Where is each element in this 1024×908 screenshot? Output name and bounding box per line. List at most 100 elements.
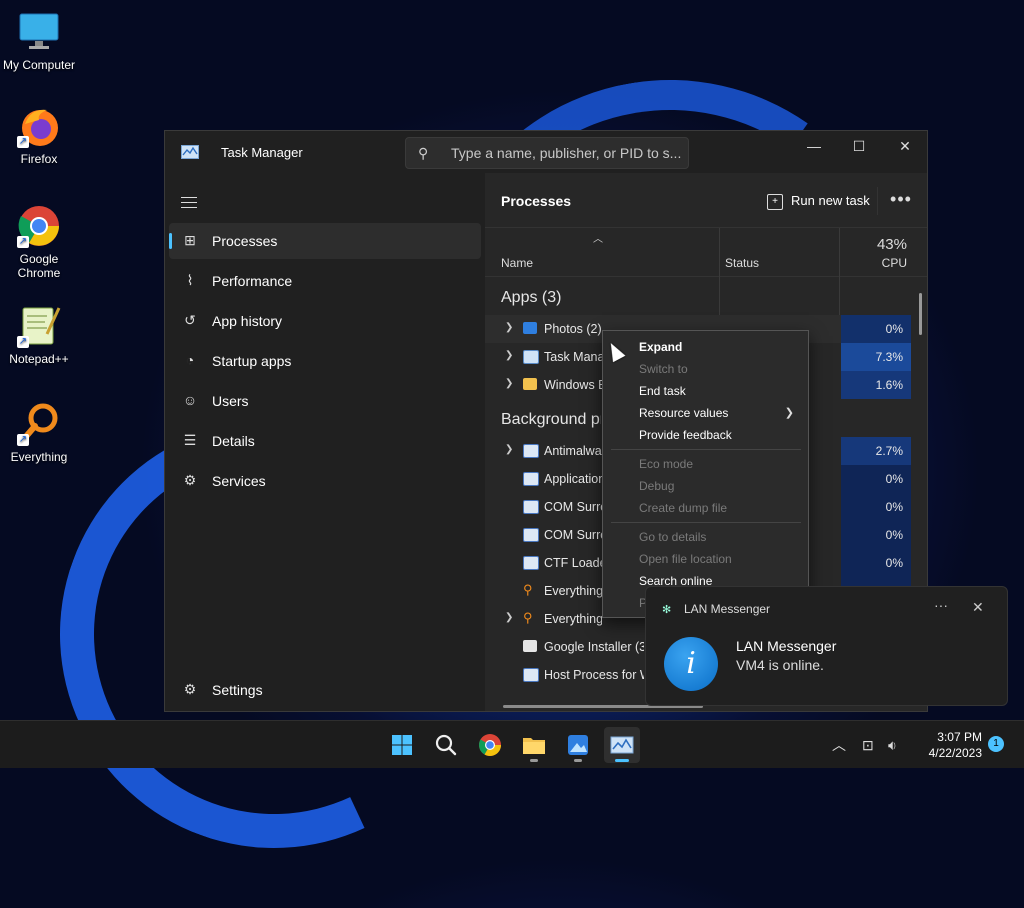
settings-gear-icon: ⚙ — [183, 681, 197, 697]
services-icon: ⚙ — [183, 472, 197, 488]
sidebar-item-label: App history — [212, 313, 283, 329]
running-indicator — [574, 759, 582, 762]
menu-item-provide-feedback[interactable]: Provide feedback — [639, 428, 732, 442]
group-header-background: Background processes — [501, 411, 601, 428]
submenu-arrow-icon: ❯ — [784, 407, 794, 419]
sidebar-item-performance[interactable]: ⌇ Performance — [169, 263, 481, 299]
taskbar: ︿ ⊡ 🔉︎ 3:07 PM 4/22/2023 — [0, 720, 1024, 768]
expand-chevron-icon[interactable]: ❯ — [505, 322, 513, 333]
clock[interactable]: 3:07 PM 4/22/2023 — [916, 729, 982, 761]
task-manager-icon — [523, 350, 539, 364]
menu-item-switch-to: Switch to — [639, 362, 688, 376]
column-status[interactable]: Status — [725, 256, 759, 270]
expand-chevron-icon[interactable]: ❯ — [505, 350, 513, 361]
start-button[interactable] — [384, 727, 420, 763]
toast-body: VM4 is online. — [736, 657, 824, 673]
column-name[interactable]: Name — [501, 256, 533, 270]
maximize-button[interactable]: ☐ — [836, 131, 882, 161]
close-button[interactable]: ✕ — [882, 131, 927, 161]
performance-icon: ⌇ — [186, 272, 194, 288]
show-hidden-icons-chevron-icon[interactable]: ︿ — [832, 721, 846, 769]
minimize-button[interactable]: — — [791, 131, 837, 161]
menu-item-expand[interactable]: Expand — [639, 340, 682, 354]
expand-chevron-icon[interactable]: ❯ — [505, 612, 513, 623]
process-name: Everything — [544, 612, 602, 626]
sidebar-item-users[interactable]: ☺ Users — [169, 383, 481, 419]
monitor-icon — [17, 10, 61, 54]
process-window-icon — [523, 500, 539, 514]
sidebar-item-app-history[interactable]: ↺ App history — [169, 303, 481, 339]
toast-more-button[interactable]: ··· — [932, 597, 950, 613]
column-header: ︿ Name Status 43% CPU — [485, 227, 927, 277]
expand-chevron-icon[interactable]: ❯ — [505, 444, 513, 455]
sidebar-item-processes[interactable]: ⊞ Processes — [169, 223, 481, 259]
process-name: Host Process for Windows Tasks — [544, 668, 644, 682]
menu-item-debug: Debug — [639, 479, 675, 493]
notepad-plus-plus-icon: ↗ — [17, 304, 61, 348]
desktop-icon-my-computer[interactable]: My Computer — [0, 10, 78, 72]
column-divider — [719, 228, 720, 276]
taskbar-photos-button[interactable] — [560, 727, 596, 763]
notification-count-badge[interactable]: 1 — [988, 736, 1004, 752]
menu-item-go-to-details: Go to details — [639, 530, 707, 544]
desktop-icon-label: My Computer — [2, 58, 76, 72]
search-input[interactable]: ⚲ Type a name, publisher, or PID to s... — [405, 137, 689, 169]
processes-icon: ⊞ — [184, 232, 196, 248]
sidebar-item-startup-apps[interactable]: ◔ Startup apps — [169, 343, 481, 379]
everything-search-icon: ⚲ — [523, 582, 533, 597]
menu-item-end-task[interactable]: End task — [639, 384, 686, 398]
desktop-icon-google-chrome[interactable]: ↗ Google Chrome — [0, 204, 78, 280]
group-header-apps: Apps (3) — [501, 289, 562, 306]
context-menu: Expand Switch to End task Resource value… — [602, 330, 809, 618]
menu-separator — [611, 449, 801, 450]
running-indicator — [615, 759, 629, 762]
sidebar-item-details[interactable]: ☰ Details — [169, 423, 481, 459]
cpu-total: 43% — [876, 236, 907, 253]
search-placeholder: Type a name, publisher, or PID to s... — [451, 145, 682, 161]
taskbar-task-manager-button[interactable] — [604, 727, 640, 763]
task-manager-icon — [610, 736, 634, 754]
taskbar-file-explorer-button[interactable] — [516, 727, 552, 763]
sidebar-item-services[interactable]: ⚙ Services — [169, 463, 481, 499]
menu-item-eco-mode: Eco mode — [639, 457, 694, 471]
title-bar[interactable]: Task Manager ⚲ Type a name, publisher, o… — [165, 131, 927, 173]
toast-app-name: LAN Messenger — [684, 602, 771, 616]
toast-close-button[interactable]: ✕ — [972, 599, 984, 616]
process-cpu: 0% — [841, 315, 911, 343]
volume-icon[interactable]: 🔉︎ — [888, 721, 897, 769]
network-icon[interactable]: ⊡ — [862, 721, 874, 769]
desktop-icon-firefox[interactable]: ↗ Firefox — [0, 104, 78, 166]
run-new-task-label: Run new task — [791, 193, 870, 208]
menu-item-open-file-location: Open file location — [639, 552, 732, 566]
more-options-button[interactable]: ••• — [877, 187, 924, 215]
desktop-icon-everything[interactable]: ↗ Everything — [0, 402, 78, 464]
photos-icon — [568, 735, 588, 755]
process-window-icon — [523, 472, 539, 486]
desktop-icon-label: Google Chrome — [17, 252, 61, 280]
process-cpu: 0% — [841, 521, 911, 549]
desktop-icon-label: Notepad++ — [9, 352, 69, 366]
process-name: Windows Explorer — [544, 378, 602, 392]
run-new-task-button[interactable]: + Run new task — [767, 193, 870, 210]
process-name: Everything — [544, 584, 602, 598]
info-icon: i — [664, 637, 718, 691]
taskbar-search-button[interactable] — [428, 727, 464, 763]
vertical-scrollbar[interactable] — [919, 293, 922, 335]
app-history-icon: ↺ — [184, 312, 196, 328]
sidebar-item-settings[interactable]: ⚙ Settings — [169, 672, 481, 708]
sidebar-item-label: Settings — [212, 682, 263, 698]
menu-item-resource-values[interactable]: Resource values — [639, 406, 728, 420]
expand-chevron-icon[interactable]: ❯ — [505, 378, 513, 389]
taskbar-chrome-button[interactable] — [472, 727, 508, 763]
photos-icon — [523, 322, 537, 334]
column-cpu[interactable]: CPU — [882, 256, 907, 270]
process-name: COM Surrogate — [544, 500, 602, 514]
toast-notification[interactable]: ✻ LAN Messenger ··· ✕ i LAN Messenger VM… — [645, 586, 1008, 706]
desktop-icon-notepad-plus-plus[interactable]: ↗ Notepad++ — [0, 304, 78, 366]
search-icon: ⚲ — [418, 145, 429, 161]
search-icon — [435, 734, 457, 756]
hamburger-menu-icon[interactable] — [181, 193, 197, 212]
lan-messenger-icon: ✻ — [662, 604, 672, 616]
process-cpu: 1.6% — [841, 371, 911, 399]
process-window-icon — [523, 556, 539, 570]
